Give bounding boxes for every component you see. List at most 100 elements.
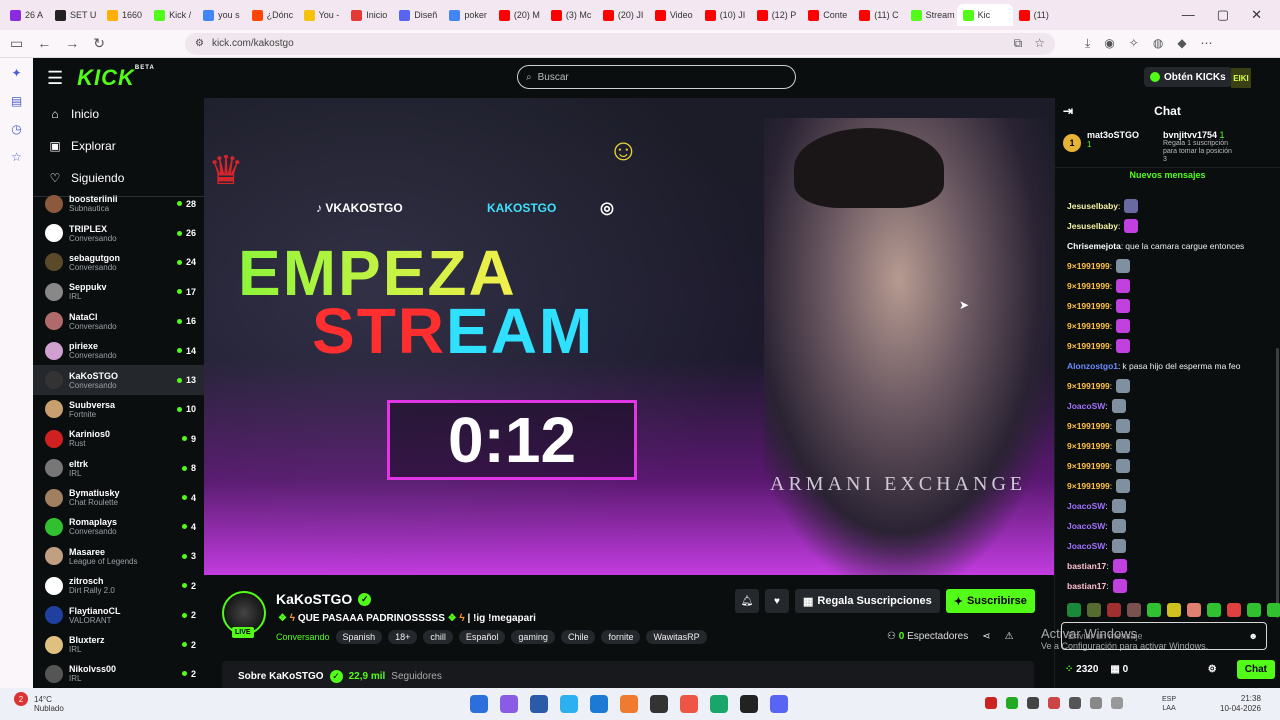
browser-tab[interactable]: Diseñ (393, 4, 443, 26)
tray-app1-icon[interactable] (985, 697, 997, 709)
quick-emote-icon[interactable] (1147, 603, 1161, 617)
language-indicator[interactable]: ESP LAA (1162, 695, 1176, 713)
browser-tab[interactable]: ¿Dónc (246, 4, 298, 26)
user-avatar[interactable]: EIKI (1231, 68, 1251, 88)
quick-emote-icon[interactable] (1247, 603, 1261, 617)
browser-tab[interactable]: (11) (1013, 4, 1057, 26)
stream-tag[interactable]: 18+ (388, 630, 418, 644)
browser-tab[interactable]: (3) Mc (545, 4, 597, 26)
chat-username[interactable]: Alonzostgo1 (1067, 361, 1118, 371)
following-channel[interactable]: Seppukv IRL 17 (33, 277, 204, 306)
video-player[interactable]: ♛ ☺ ♪ VKAKOSTGO KAKOSTGO ◎ EMPEZA STREAM… (204, 98, 1054, 575)
gift-subs-button[interactable]: ▦ Regala Suscripciones (795, 589, 940, 613)
browser-tab[interactable]: (20) M (493, 4, 545, 26)
tray-app5-icon[interactable] (1069, 697, 1081, 709)
task-view-icon[interactable] (530, 695, 548, 713)
notification-badge[interactable]: 2 (14, 692, 28, 706)
following-channel[interactable]: TRIPLEX Conversando 26 (33, 218, 204, 247)
tray-app6-icon[interactable] (1090, 697, 1102, 709)
favorite-star-icon[interactable]: ☆ (1034, 36, 1045, 51)
chat-send-button[interactable]: Chat (1236, 660, 1275, 679)
browser-tab[interactable]: (20) JI (597, 4, 649, 26)
browser-tab[interactable]: SET U (49, 4, 101, 26)
vpn-icon[interactable]: ◆ (1177, 36, 1186, 51)
collapse-chat-icon[interactable]: ⇥ (1063, 104, 1073, 118)
share-icon[interactable]: ⋖ (982, 631, 990, 642)
following-channel[interactable]: eltrk IRL 8 (33, 454, 204, 483)
minimize-icon[interactable]: — (1182, 7, 1195, 23)
onedrive-icon[interactable] (560, 695, 578, 713)
subscribe-button[interactable]: ✦ Suscribirse (945, 589, 1035, 613)
site-info-icon[interactable]: ⚙ (195, 38, 204, 49)
favorites-icon[interactable]: ☆ (11, 150, 22, 164)
nav-explorar[interactable]: ▣ Explorar (33, 130, 204, 162)
stream-tag[interactable]: gaming (511, 630, 555, 644)
chat-username[interactable]: 9×1991999 (1067, 421, 1110, 431)
browser-tab[interactable]: (12) P (751, 4, 803, 26)
files-icon[interactable] (620, 695, 638, 713)
browser-tab[interactable]: Video (649, 4, 699, 26)
chat-username[interactable]: 9×1991999 (1067, 281, 1110, 291)
settings-menu-icon[interactable]: ⋯ (1201, 36, 1213, 51)
tray-app4-icon[interactable] (1048, 697, 1060, 709)
following-channel[interactable]: Karinios0 Rust 9 (33, 424, 204, 453)
browser-tab[interactable]: Kick / (148, 4, 197, 26)
following-channel[interactable]: Nikolvss00 IRL 2 (33, 659, 204, 688)
quick-emote-icon[interactable] (1127, 603, 1141, 617)
following-channel[interactable]: Suubversa Fortnite 10 (33, 395, 204, 424)
chat-username[interactable]: 9×1991999 (1067, 381, 1110, 391)
following-channel[interactable]: piriexe Conversando 14 (33, 336, 204, 365)
start-icon[interactable] (470, 695, 488, 713)
menu-icon[interactable]: ☰ (47, 68, 63, 89)
install-app-icon[interactable]: ⧉ (1014, 36, 1023, 51)
chat-username[interactable]: bastian17 (1067, 581, 1106, 591)
browser-tab[interactable]: 1660 (101, 4, 148, 26)
chat-username[interactable]: bastian17 (1067, 561, 1106, 571)
following-channel[interactable]: boosteriinii Subnautica 28 (33, 189, 204, 218)
chat-username[interactable]: 9×1991999 (1067, 461, 1110, 471)
quick-emote-icon[interactable] (1187, 603, 1201, 617)
leader1-name[interactable]: mat3oSTGO (1087, 130, 1147, 140)
chat-username[interactable]: JoacoSW (1067, 401, 1105, 411)
chat-username[interactable]: JoacoSW (1067, 521, 1105, 531)
chat-username[interactable]: JoacoSW (1067, 501, 1105, 511)
close-window-icon[interactable]: ✕ (1251, 7, 1262, 23)
app-icon[interactable] (680, 695, 698, 713)
back-icon[interactable]: ← (37, 35, 51, 52)
stream-tag[interactable]: fornite (601, 630, 641, 644)
history-icon[interactable]: ◷ (11, 122, 21, 136)
outlook-icon[interactable] (590, 695, 608, 713)
browser-tab[interactable]: (11) C (853, 4, 904, 26)
following-channel[interactable]: FlaytianoCL VALORANT 2 (33, 600, 204, 629)
leader2-name[interactable]: bvnjitvv1754 (1163, 130, 1217, 140)
chat-username[interactable]: 9×1991999 (1067, 321, 1110, 331)
emoji-icon[interactable]: ☻ (1249, 631, 1258, 641)
following-channel[interactable]: Masaree League of Legends 3 (33, 542, 204, 571)
stream-tag[interactable]: WawitasRP (646, 630, 707, 644)
chat-username[interactable]: JoacoSW (1067, 541, 1105, 551)
quick-emote-icon[interactable] (1067, 603, 1081, 617)
discover-icon[interactable]: ✦ (11, 66, 21, 80)
kick-logo[interactable]: KICKBETA (77, 65, 155, 91)
edge-icon[interactable] (710, 695, 728, 713)
stream-tag[interactable]: Chile (560, 630, 596, 644)
following-channel[interactable]: zitrosch Dirt Rally 2.0 2 (33, 571, 204, 600)
quick-emote-icon[interactable] (1267, 603, 1280, 617)
copilot-app-icon[interactable] (500, 695, 518, 713)
kicks-balance[interactable]: ⁘ 2320 (1065, 664, 1098, 675)
follow-button[interactable]: ♥ (765, 589, 789, 613)
new-messages-banner[interactable]: Nuevos mensajes (1055, 170, 1280, 180)
browser-tab[interactable]: You - (298, 4, 346, 26)
stream-category[interactable]: Conversando (276, 632, 330, 642)
tray-app3-icon[interactable] (1027, 697, 1039, 709)
browser-tab[interactable]: (10) JI (699, 4, 751, 26)
chat-scrollbar[interactable] (1276, 348, 1279, 618)
browser-tab[interactable]: Inicio (345, 4, 393, 26)
following-channel[interactable]: Bymatiusky Chat Roulette 4 (33, 483, 204, 512)
get-kicks-button[interactable]: Obtén KICKs (1144, 67, 1232, 87)
clock[interactable]: 21:38 10-04-2026 (1220, 694, 1261, 714)
nav-inicio[interactable]: ⌂ Inicio (33, 98, 204, 130)
chat-username[interactable]: 9×1991999 (1067, 261, 1110, 271)
following-channel[interactable]: sebagutgon Conversando 24 (33, 248, 204, 277)
quick-emote-icon[interactable] (1207, 603, 1221, 617)
